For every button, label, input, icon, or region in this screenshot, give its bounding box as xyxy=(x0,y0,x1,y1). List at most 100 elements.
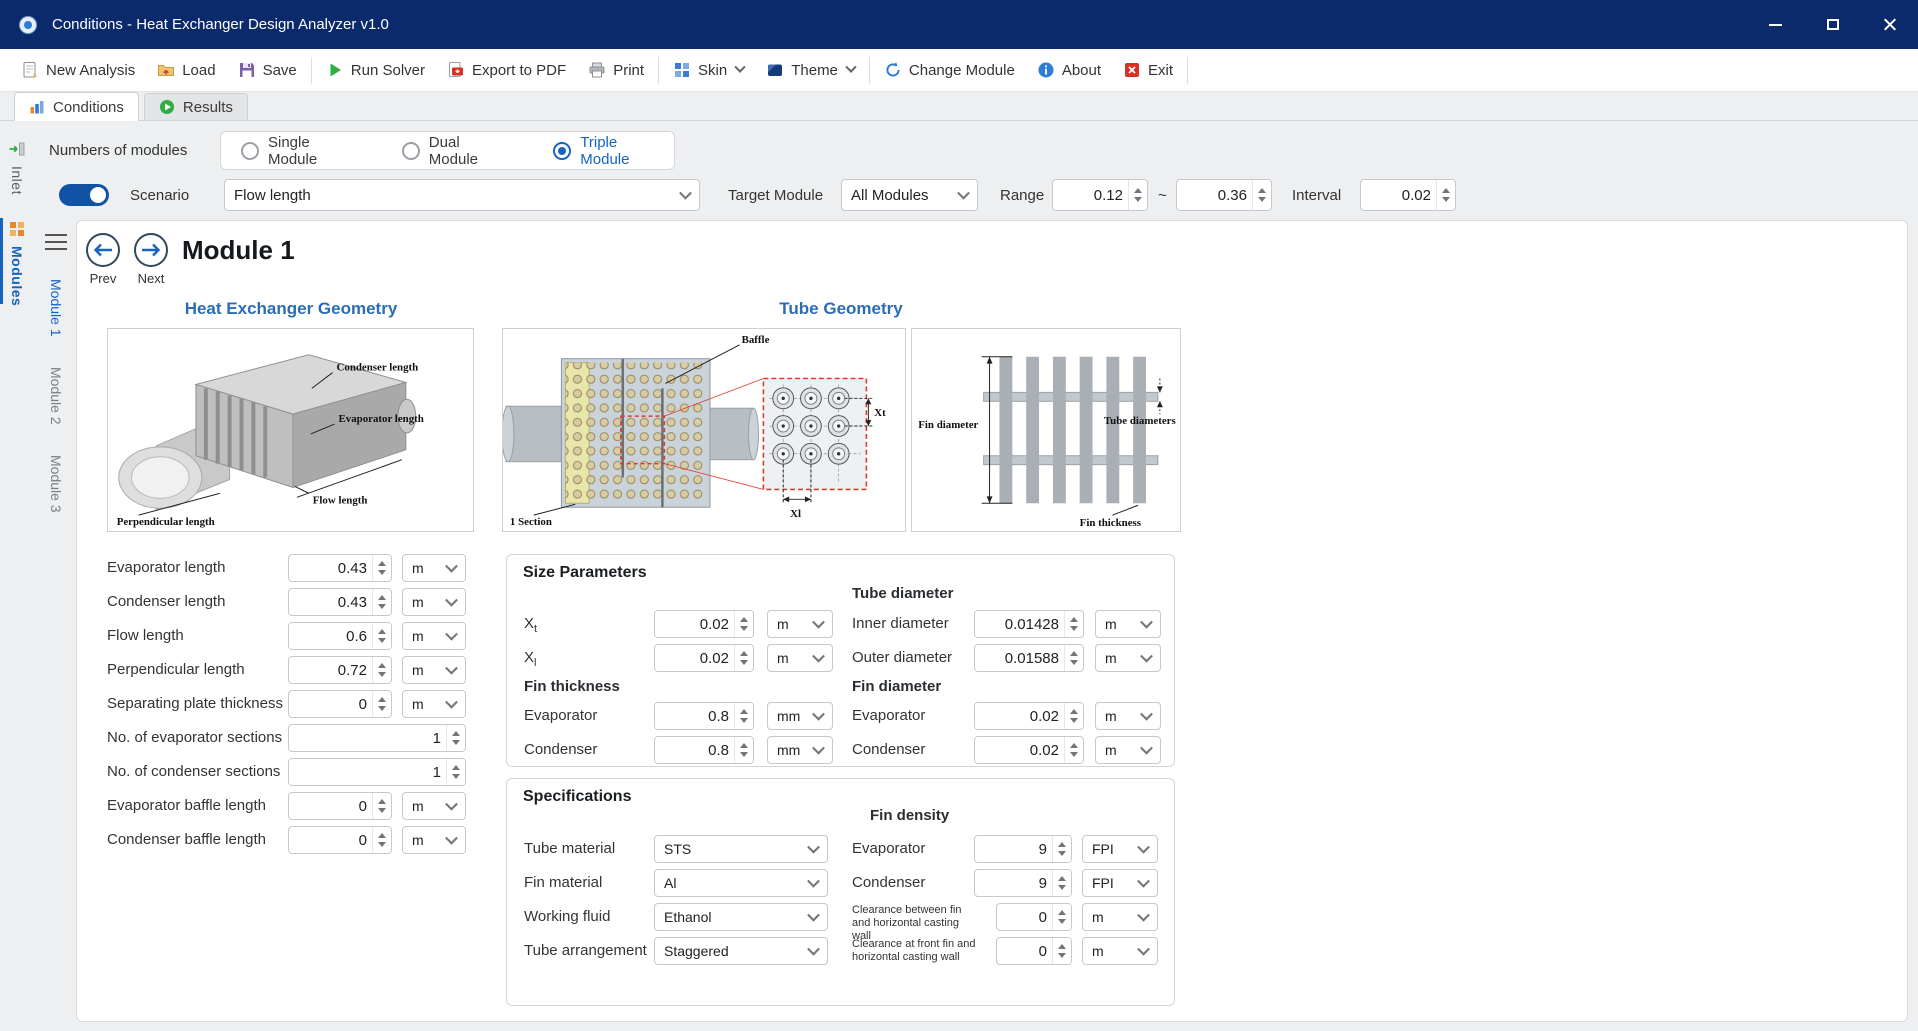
change-module-button[interactable]: Change Module xyxy=(873,49,1026,91)
fin-diameter-evaporator-unit-select[interactable]: m xyxy=(1095,702,1161,730)
spinner[interactable] xyxy=(372,691,391,717)
tab-results[interactable]: Results xyxy=(144,93,248,120)
load-button[interactable]: Load xyxy=(146,49,226,91)
next-module-button[interactable] xyxy=(134,233,168,267)
fin-diameter-condenser-unit-select[interactable]: m xyxy=(1095,736,1161,764)
theme-menu-button[interactable]: Theme xyxy=(755,49,866,91)
spinner[interactable] xyxy=(1064,611,1083,637)
fin-thickness-condenser-unit-select[interactable]: mm xyxy=(767,736,833,764)
change-module-label: Change Module xyxy=(909,62,1015,79)
tube-arrangement-select[interactable]: Staggered xyxy=(654,937,828,965)
spinner[interactable] xyxy=(1052,938,1071,964)
perpendicular-length-unit-select[interactable]: m xyxy=(402,656,466,684)
skin-menu-button[interactable]: Skin xyxy=(662,49,755,91)
fin-material-label: Fin material xyxy=(524,869,602,897)
about-button[interactable]: About xyxy=(1026,49,1112,91)
sidebar-item-inlet[interactable]: Inlet xyxy=(0,136,34,195)
flow-length-field xyxy=(288,622,392,650)
run-solver-button[interactable]: Run Solver xyxy=(315,49,436,91)
clearance-front-unit-select[interactable]: m xyxy=(1082,937,1158,965)
xl-unit-select[interactable]: m xyxy=(767,644,833,672)
tab-conditions[interactable]: Conditions xyxy=(14,92,139,121)
close-button[interactable] xyxy=(1861,0,1918,49)
fin-diameter-condenser-field xyxy=(974,736,1084,764)
module-tab-2[interactable]: Module 2 xyxy=(42,367,70,443)
scenario-select[interactable]: Flow length xyxy=(224,179,700,211)
condenser-length-unit-select[interactable]: m xyxy=(402,588,466,616)
modules-tab-label: Modules xyxy=(9,246,25,306)
sidebar-item-modules[interactable]: Modules xyxy=(0,216,34,306)
spinner[interactable] xyxy=(734,703,753,729)
target-module-select[interactable]: All Modules xyxy=(841,179,978,211)
fin-density-evaporator-unit-select[interactable]: FPI xyxy=(1082,835,1158,863)
numbers-of-modules-label: Numbers of modules xyxy=(49,131,187,170)
spinner[interactable] xyxy=(1252,180,1271,210)
spinner[interactable] xyxy=(446,759,465,785)
spinner[interactable] xyxy=(372,657,391,683)
spinner[interactable] xyxy=(1128,180,1147,210)
toolbar: New Analysis Load Save Run Solver Export… xyxy=(0,49,1918,92)
arrow-right-icon xyxy=(141,243,161,257)
module-title: Module 1 xyxy=(182,235,295,266)
spinner[interactable] xyxy=(372,827,391,853)
working-fluid-select[interactable]: Ethanol xyxy=(654,903,828,931)
spinner[interactable] xyxy=(1052,870,1071,896)
exit-button[interactable]: Exit xyxy=(1112,49,1184,91)
spinner[interactable] xyxy=(734,645,753,671)
spinner[interactable] xyxy=(1436,180,1455,210)
spinner[interactable] xyxy=(372,589,391,615)
spinner[interactable] xyxy=(1064,703,1083,729)
spinner[interactable] xyxy=(1052,836,1071,862)
export-pdf-button[interactable]: Export to PDF xyxy=(436,49,577,91)
radio-triple-module[interactable]: Triple Module xyxy=(553,134,654,168)
scenario-toggle[interactable] xyxy=(59,184,109,206)
fin-thickness-evaporator-unit-select[interactable]: mm xyxy=(767,702,833,730)
new-analysis-button[interactable]: New Analysis xyxy=(10,49,146,91)
module-count-group: Single Module Dual Module Triple Module xyxy=(220,131,675,170)
condenser-baffle-length-unit-select[interactable]: m xyxy=(402,826,466,854)
main-tabbar: Conditions Results xyxy=(0,92,1918,121)
evaporator-baffle-length-unit-select[interactable]: m xyxy=(402,792,466,820)
separating-plate-thickness-unit-select[interactable]: m xyxy=(402,690,466,718)
xl-label: Xl xyxy=(790,508,801,520)
xl-field-label: Xl xyxy=(524,644,536,677)
spinner[interactable] xyxy=(734,737,753,763)
module-tab-1[interactable]: Module 1 xyxy=(42,279,70,355)
spinner[interactable] xyxy=(372,623,391,649)
spinner[interactable] xyxy=(734,611,753,637)
save-button[interactable]: Save xyxy=(227,49,308,91)
spinner[interactable] xyxy=(1064,737,1083,763)
spinner[interactable] xyxy=(372,793,391,819)
module-tab-3[interactable]: Module 3 xyxy=(42,455,70,531)
xt-unit-select[interactable]: m xyxy=(767,610,833,638)
module-panel: Prev Next Module 1 Heat Exchanger Geomet… xyxy=(76,220,1908,1022)
minimize-button[interactable] xyxy=(1747,0,1804,49)
inner-diameter-unit-select[interactable]: m xyxy=(1095,610,1161,638)
fin-material-select[interactable]: Al xyxy=(654,869,828,897)
clearance-between-unit-select[interactable]: m xyxy=(1082,903,1158,931)
print-button[interactable]: Print xyxy=(577,49,655,91)
skin-icon xyxy=(673,61,691,79)
evaporator-length-field xyxy=(288,554,392,582)
spinner[interactable] xyxy=(372,555,391,581)
evaporator-sections-input[interactable] xyxy=(288,724,466,752)
spinner[interactable] xyxy=(446,725,465,751)
export-pdf-label: Export to PDF xyxy=(472,62,566,79)
evaporator-length-unit-select[interactable]: m xyxy=(402,554,466,582)
fin-density-condenser-unit-select[interactable]: FPI xyxy=(1082,869,1158,897)
menu-hamburger-button[interactable] xyxy=(45,234,67,255)
condenser-sections-input[interactable] xyxy=(288,758,466,786)
toolbar-separator xyxy=(1187,57,1188,84)
outer-diameter-unit-select[interactable]: m xyxy=(1095,644,1161,672)
radio-dual-module[interactable]: Dual Module xyxy=(402,134,497,168)
flow-length-label: Flow length xyxy=(107,622,184,650)
spinner[interactable] xyxy=(1064,645,1083,671)
prev-module-button[interactable] xyxy=(86,233,120,267)
flow-length-unit-select[interactable]: m xyxy=(402,622,466,650)
radio-icon xyxy=(241,142,259,160)
spinner[interactable] xyxy=(1052,904,1071,930)
tube-material-select[interactable]: STS xyxy=(654,835,828,863)
radio-single-module[interactable]: Single Module xyxy=(241,134,346,168)
maximize-button[interactable] xyxy=(1804,0,1861,49)
exit-label: Exit xyxy=(1148,62,1173,79)
